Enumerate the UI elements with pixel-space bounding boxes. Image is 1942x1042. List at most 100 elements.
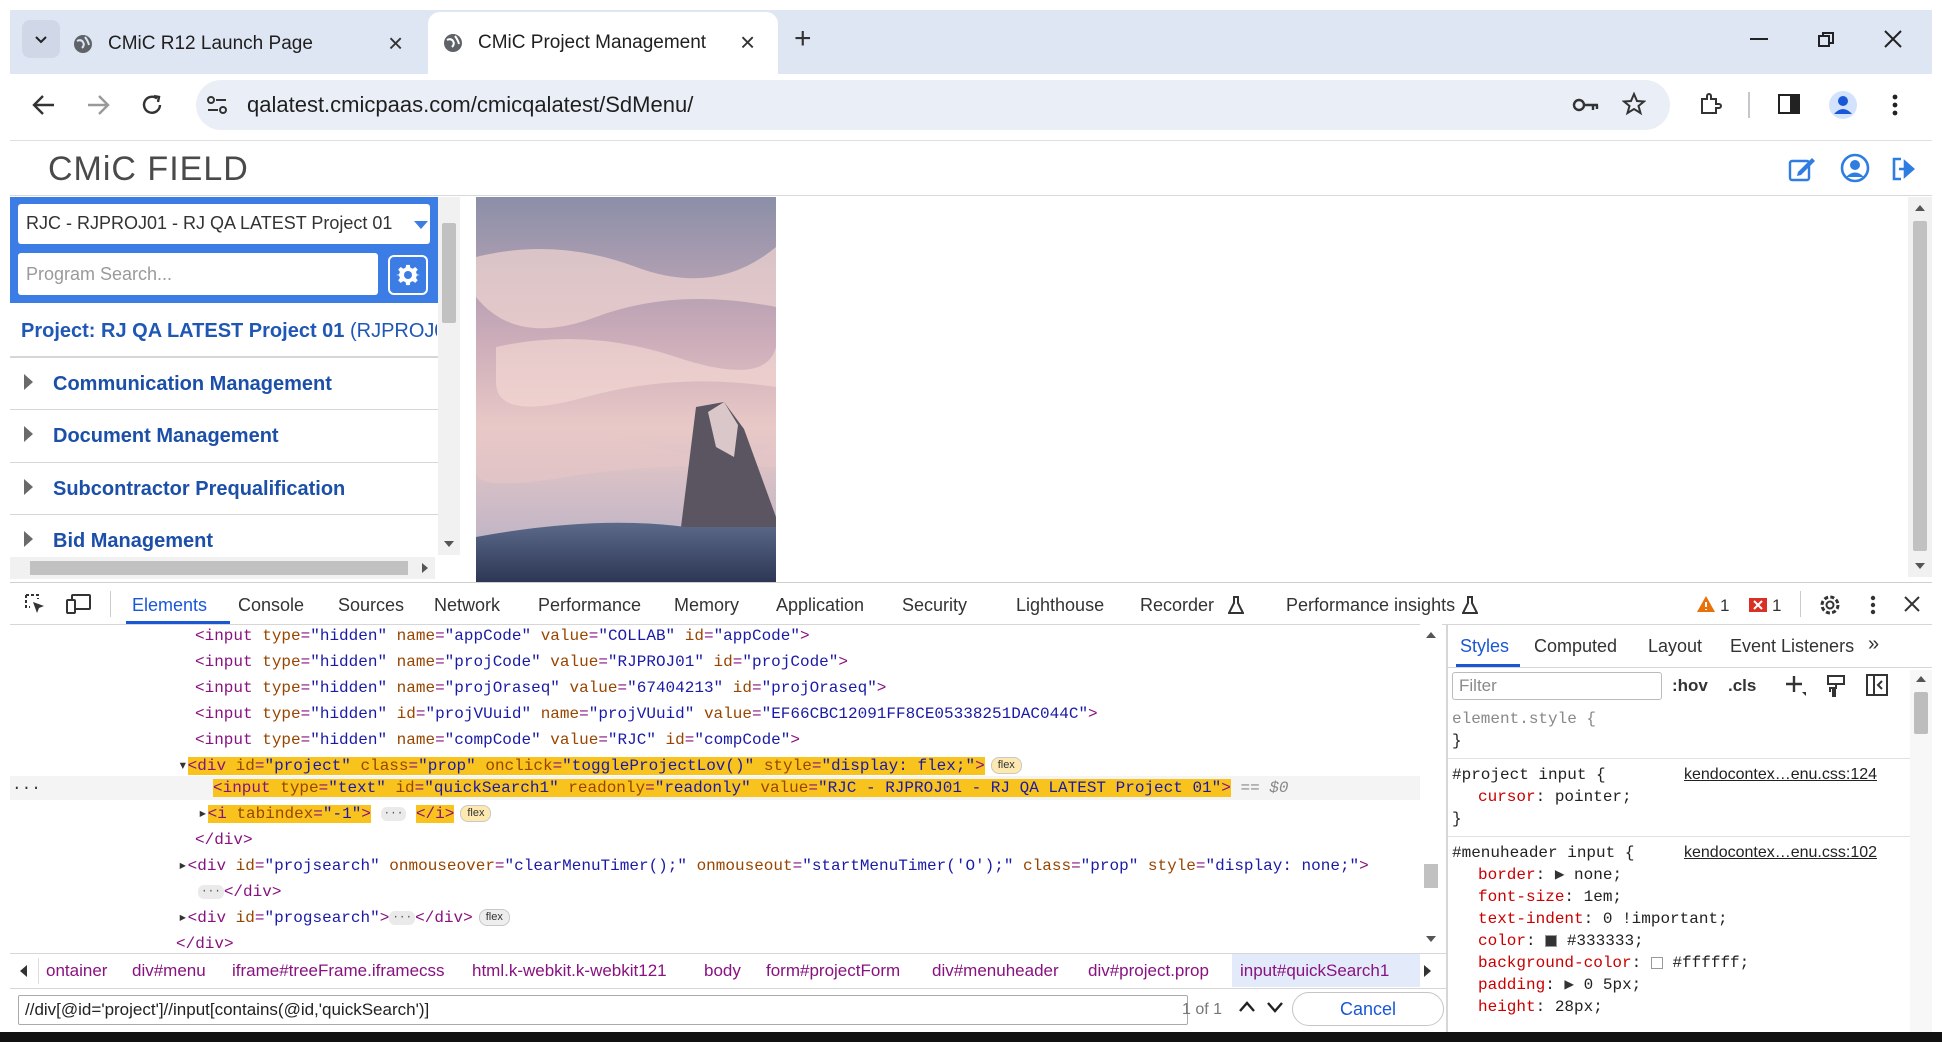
hover-state-toggle[interactable]: :hov xyxy=(1672,676,1708,696)
tab-layout[interactable]: Layout xyxy=(1648,636,1702,657)
dom-node-compCode[interactable]: <input type="hidden" name="compCode" val… xyxy=(195,728,800,752)
devtools-tab-performance[interactable]: Performance xyxy=(538,595,641,616)
devtools-tab-performance-insights[interactable]: Performance insights xyxy=(1286,595,1455,616)
new-tab-icon[interactable]: + xyxy=(794,22,812,56)
dom-node-div-project[interactable]: ▾<div id="project" class="prop" onclick=… xyxy=(178,754,1022,778)
browser-tab-project-management[interactable]: CMiC Project Management × xyxy=(428,12,778,74)
breadcrumb-item[interactable]: iframe#treeFrame.iframecss xyxy=(232,961,445,981)
tab-styles[interactable]: Styles xyxy=(1460,636,1509,657)
devtools-tab-security[interactable]: Security xyxy=(902,595,967,616)
scroll-down-arrow-icon[interactable] xyxy=(1915,563,1925,569)
back-icon[interactable] xyxy=(32,94,56,116)
devtools-tab-sources[interactable]: Sources xyxy=(338,595,404,616)
url-text[interactable]: qalatest.cmicpaas.com/cmicqalatest/SdMen… xyxy=(247,92,693,118)
scroll-down-arrow-icon[interactable] xyxy=(444,541,454,547)
breadcrumb-item[interactable]: html.k-webkit.k-webkit121 xyxy=(472,961,667,981)
style-rule-selector[interactable]: element.style { xyxy=(1452,708,1596,730)
dom-node-appCode[interactable]: <input type="hidden" name="appCode" valu… xyxy=(195,624,810,648)
close-tab-icon[interactable]: × xyxy=(740,27,755,58)
devtools-settings-gear-icon[interactable] xyxy=(1818,593,1842,617)
color-swatch[interactable] xyxy=(1650,956,1663,969)
breadcrumb-item[interactable]: ontainer xyxy=(46,961,107,981)
toggle-sidebar-icon[interactable] xyxy=(1866,674,1888,696)
browser-menu-icon[interactable] xyxy=(1892,94,1898,116)
breadcrumb-item[interactable]: form#projectForm xyxy=(766,961,900,981)
site-info-icon[interactable] xyxy=(206,95,228,115)
devtools-more-icon[interactable] xyxy=(1870,595,1876,615)
devtools-tab-memory[interactable]: Memory xyxy=(674,595,739,616)
breadcrumb-item[interactable]: body xyxy=(704,961,741,981)
browser-tab-launch-page[interactable]: CMiC R12 Launch Page × xyxy=(72,18,412,70)
dom-search-input[interactable]: //div[@id='project']//input[contains(@id… xyxy=(18,995,1188,1025)
edit-icon[interactable] xyxy=(1788,156,1816,182)
style-declaration[interactable]: font-size: 1em; xyxy=(1478,886,1622,908)
style-declaration[interactable]: background-color: #ffffff; xyxy=(1478,952,1749,974)
tab-computed[interactable]: Computed xyxy=(1534,636,1617,657)
dom-tree[interactable]: <input type="hidden" name="appCode" valu… xyxy=(10,624,1430,950)
dom-node-ellipsis-menu[interactable]: ··· xyxy=(12,776,41,800)
style-declaration[interactable]: cursor: pointer; xyxy=(1478,786,1632,808)
devtools-tab-application[interactable]: Application xyxy=(776,595,864,616)
inspect-element-icon[interactable] xyxy=(24,593,46,615)
expand-triangle-icon[interactable]: ▸ xyxy=(178,909,188,927)
breadcrumb-item-selected[interactable]: input#quickSearch1 xyxy=(1240,961,1389,981)
reload-icon[interactable] xyxy=(140,93,164,117)
extensions-icon[interactable] xyxy=(1698,92,1722,116)
logout-icon[interactable] xyxy=(1890,156,1918,182)
settings-button[interactable] xyxy=(388,255,428,295)
color-swatch[interactable] xyxy=(1545,934,1558,947)
style-declaration[interactable]: border: ▶ none; xyxy=(1478,864,1622,886)
cancel-search-button[interactable]: Cancel xyxy=(1292,992,1444,1026)
style-rule-selector[interactable]: #project input { xyxy=(1452,764,1606,786)
error-icon[interactable] xyxy=(1748,597,1768,613)
style-declaration[interactable]: text-indent: 0 !important; xyxy=(1478,908,1728,930)
program-search[interactable] xyxy=(18,253,378,295)
scrollbar-thumb[interactable] xyxy=(30,561,408,575)
style-declaration[interactable]: color: #333333; xyxy=(1478,930,1644,952)
flex-badge[interactable]: flex xyxy=(460,805,492,823)
breadcrumb-item[interactable]: div#project.prop xyxy=(1088,961,1209,981)
dom-node-close-div[interactable]: </div> xyxy=(176,932,234,950)
breadcrumb-item[interactable]: div#menu xyxy=(132,961,206,981)
forward-icon[interactable] xyxy=(86,94,110,116)
dom-node-div-projsearch[interactable]: ▸<div id="projsearch" onmouseover="clear… xyxy=(178,854,1369,878)
dom-node-projOraseq[interactable]: <input type="hidden" name="projOraseq" v… xyxy=(195,676,886,700)
program-search-input[interactable] xyxy=(18,253,378,295)
menu-item-communication-management[interactable]: Communication Management xyxy=(10,357,438,410)
styles-rules[interactable]: element.style { } #project input { kendo… xyxy=(1448,704,1910,1034)
breadcrumb-scroll-right-icon[interactable] xyxy=(1424,965,1431,977)
user-profile-icon[interactable] xyxy=(1840,153,1870,183)
project-selector[interactable]: RJC - RJPROJ01 - RJ QA LATEST Project 01 xyxy=(18,204,430,244)
expand-triangle-icon[interactable]: ▸ xyxy=(198,805,208,823)
minimize-icon[interactable] xyxy=(1750,38,1768,40)
devtools-tab-console[interactable]: Console xyxy=(238,595,304,616)
page-vertical-scrollbar[interactable] xyxy=(1908,197,1932,577)
devtools-tab-elements[interactable]: Elements xyxy=(132,595,207,616)
next-match-icon[interactable] xyxy=(1266,1000,1284,1014)
tab-event-listeners[interactable]: Event Listeners xyxy=(1730,636,1854,657)
devtools-tab-recorder[interactable]: Recorder xyxy=(1140,595,1214,616)
scrollbar-thumb[interactable] xyxy=(1913,221,1927,551)
styles-filter-input[interactable]: Filter xyxy=(1452,672,1662,700)
expand-triangle-icon[interactable]: ▸ xyxy=(178,857,188,875)
style-rule-selector[interactable]: #menuheader input { xyxy=(1452,842,1634,864)
warning-icon[interactable] xyxy=(1696,595,1716,613)
paint-roller-icon[interactable] xyxy=(1826,674,1846,698)
scroll-down-arrow-icon[interactable] xyxy=(1426,936,1436,942)
close-window-icon[interactable] xyxy=(1884,30,1902,48)
collapse-triangle-icon[interactable]: ▾ xyxy=(178,757,188,775)
scrollbar-thumb[interactable] xyxy=(1424,864,1438,888)
breadcrumb-item[interactable]: div#menuheader xyxy=(932,961,1059,981)
dom-node-projCode[interactable]: <input type="hidden" name="projCode" val… xyxy=(195,650,848,674)
close-devtools-icon[interactable] xyxy=(1904,596,1920,612)
flex-badge[interactable]: flex xyxy=(990,757,1022,775)
dom-node-close-div[interactable]: ··· </div> xyxy=(198,880,281,904)
scroll-up-arrow-icon[interactable] xyxy=(1916,676,1926,682)
devtools-tab-network[interactable]: Network xyxy=(434,595,500,616)
dom-node-quickSearch1[interactable]: <input type="text" id="quickSearch1" rea… xyxy=(213,776,1288,800)
scrollbar-thumb[interactable] xyxy=(1914,692,1928,734)
breadcrumb-scroll-left-icon[interactable] xyxy=(20,965,27,977)
side-panel-icon[interactable] xyxy=(1778,94,1800,114)
menu-vertical-scrollbar[interactable] xyxy=(438,197,460,555)
menu-horizontal-scrollbar[interactable] xyxy=(10,557,435,579)
